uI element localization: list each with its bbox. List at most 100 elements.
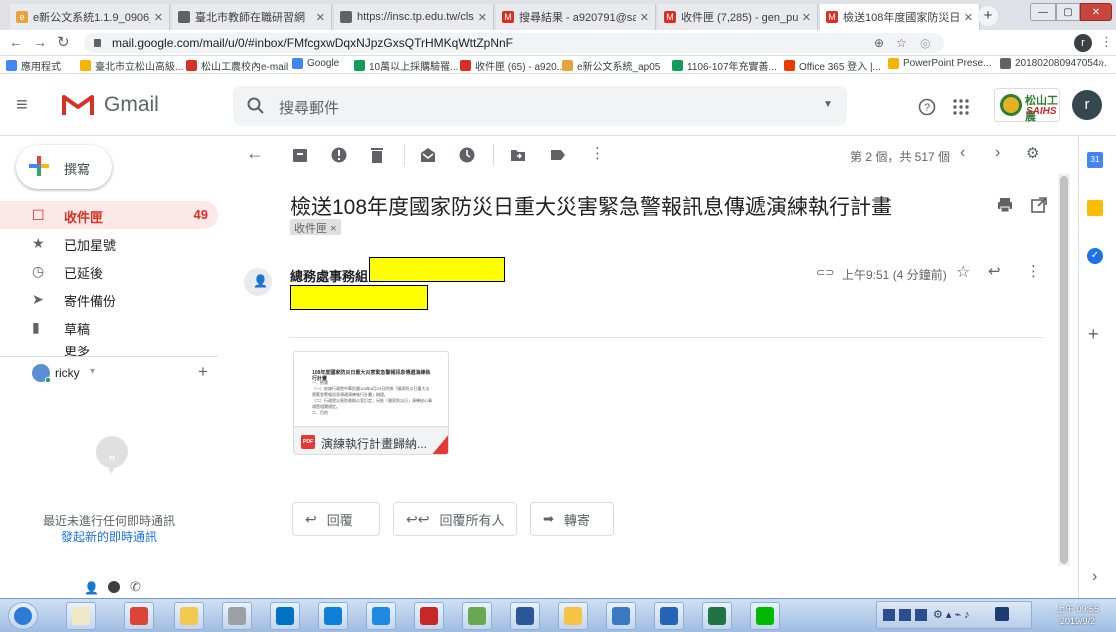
older-chevron-icon[interactable]: ›: [995, 144, 1000, 162]
account-avatar[interactable]: r: [1072, 90, 1102, 120]
newer-chevron-icon[interactable]: ‹: [960, 144, 965, 162]
school-logo[interactable]: 松山工農 SAIHS: [994, 88, 1060, 123]
gmail-logo-icon[interactable]: [62, 93, 94, 117]
hangouts-user[interactable]: ricky: [55, 366, 80, 380]
more-message-icon[interactable]: ⋮: [1026, 262, 1041, 280]
attachment-card[interactable]: 108年度國家防災日重大災害緊急警報訊息傳遞演練執行計畫 一、依據 （一）依據行政…: [293, 351, 449, 455]
clock-time[interactable]: 上午 09:55: [1056, 602, 1099, 615]
new-tab-button[interactable]: +: [978, 6, 998, 26]
close-tab-icon[interactable]: ✕: [964, 11, 973, 24]
search-box[interactable]: 搜尋郵件 ▼: [233, 86, 847, 126]
print-icon[interactable]: [996, 196, 1014, 214]
main-menu-icon[interactable]: ≡: [16, 94, 28, 117]
contacts-icon[interactable]: 👤: [84, 581, 99, 595]
nav-item[interactable]: ☐ 收件匣 49: [0, 201, 218, 229]
more-bookmarks-icon[interactable]: »: [1098, 57, 1104, 69]
search-options-icon[interactable]: ▼: [823, 99, 833, 110]
remove-label-icon[interactable]: ×: [330, 223, 336, 235]
label-icon[interactable]: [549, 146, 567, 164]
new-chat-plus-icon[interactable]: +: [198, 362, 208, 382]
close-tab-icon[interactable]: ✕: [478, 11, 487, 24]
scrollbar-thumb[interactable]: [1060, 176, 1068, 564]
browser-tab[interactable]: https://insc.tp.edu.tw/cls/Cls/ ✕: [334, 4, 494, 30]
ime-icon[interactable]: [883, 609, 895, 621]
settings-gear-icon[interactable]: ⚙: [1026, 144, 1039, 162]
zoom-icon[interactable]: ⊕: [874, 33, 884, 53]
minimize-button[interactable]: —: [1030, 3, 1056, 21]
show-side-panel-icon[interactable]: ›: [1092, 568, 1097, 586]
remote-desktop-icon[interactable]: [606, 602, 636, 630]
mark-unread-icon[interactable]: [419, 146, 437, 164]
word-icon[interactable]: [510, 602, 540, 630]
archive-icon[interactable]: [291, 146, 309, 164]
close-tab-icon[interactable]: ✕: [640, 11, 649, 24]
message-scrollbar[interactable]: [1058, 174, 1070, 566]
bookmark-item[interactable]: PowerPoint Prese...: [888, 58, 991, 69]
bookmark-item[interactable]: Office 365 登入 |...: [784, 58, 881, 73]
nav-item[interactable]: ★ 已加星號: [0, 229, 218, 257]
apps-grid-icon[interactable]: [952, 98, 970, 116]
help-icon[interactable]: ?: [918, 98, 936, 116]
phone-icon[interactable]: ✆: [130, 579, 141, 595]
status-dropdown-icon[interactable]: ▾: [90, 366, 95, 377]
bookmark-item[interactable]: 201802080947054...: [1000, 58, 1107, 69]
internet-explorer-icon[interactable]: [366, 602, 396, 630]
bookmark-item[interactable]: 臺北市立松山高級...: [80, 58, 183, 73]
line-icon[interactable]: [750, 602, 780, 630]
url-field[interactable]: mail.google.com/mail/u/0/#inbox/FMfcgxwD…: [84, 33, 944, 53]
close-tab-icon[interactable]: ✕: [802, 11, 811, 24]
report-spam-icon[interactable]: [330, 146, 348, 164]
back-arrow-icon[interactable]: ←: [9, 34, 23, 50]
close-window-button[interactable]: ✕: [1080, 3, 1112, 21]
star-message-icon[interactable]: ☆: [956, 262, 970, 282]
forward-button[interactable]: ➡ 轉寄: [530, 502, 614, 536]
open-new-window-icon[interactable]: [1030, 196, 1048, 214]
ime-icon[interactable]: [899, 609, 911, 621]
nav-item[interactable]: ➤ 寄件備份: [0, 285, 218, 313]
nav-item[interactable]: ▮ 草稿: [0, 313, 218, 341]
snipping-tool-icon[interactable]: [462, 602, 492, 630]
close-tab-icon[interactable]: ✕: [154, 11, 163, 24]
extension-icon[interactable]: ◎: [920, 33, 930, 53]
browser-menu-icon[interactable]: ⋮: [1100, 34, 1113, 50]
tray-icons[interactable]: ⚙ ▴ ⌁ ♪: [933, 608, 970, 621]
ime-icon[interactable]: [915, 609, 927, 621]
bookmark-item[interactable]: 1106-107年充實善...: [672, 58, 777, 73]
bookmark-item[interactable]: 收件匣 (65) - a920...: [460, 58, 565, 73]
start-chat-link[interactable]: 發起新的即時通訊: [0, 528, 218, 545]
paint-icon[interactable]: [558, 602, 588, 630]
more-actions-icon[interactable]: ⋮: [590, 144, 605, 162]
teamviewer-icon[interactable]: [318, 602, 348, 630]
bookmark-item[interactable]: e新公文系統_ap05: [562, 58, 660, 73]
nav-item[interactable]: ◷ 已延後: [0, 257, 218, 285]
tasks-icon[interactable]: ✓: [1087, 248, 1103, 264]
move-to-icon[interactable]: [509, 146, 527, 164]
close-tab-icon[interactable]: ✕: [316, 11, 325, 24]
bookmark-item[interactable]: Google: [292, 58, 339, 69]
bookmark-item[interactable]: 10萬以上採購驗罹...: [354, 58, 458, 73]
browser-tab[interactable]: e e新公文系統1.1.9_0906_ap04 ✕: [10, 4, 170, 30]
start-orb-icon[interactable]: [8, 602, 38, 630]
snooze-icon[interactable]: [458, 146, 476, 164]
reply-button[interactable]: ↩ 回覆: [292, 502, 380, 536]
browser-tab[interactable]: M 收件匣 (7,285) - gen_pur@saih ✕: [658, 4, 818, 30]
bookmark-item[interactable]: 松山工農校內e-mail: [186, 58, 288, 73]
help-icon[interactable]: [654, 602, 684, 630]
bookmark-item[interactable]: 應用程式: [6, 58, 61, 73]
forward-arrow-icon[interactable]: →: [33, 34, 47, 50]
avira-icon[interactable]: [414, 602, 444, 630]
excel-icon[interactable]: [702, 602, 732, 630]
back-to-inbox-icon[interactable]: ←: [246, 143, 264, 164]
compose-button[interactable]: 撰寫: [16, 145, 112, 189]
reload-icon[interactable]: ↻: [57, 33, 70, 51]
nav-more-partial[interactable]: 更多: [0, 346, 218, 356]
keep-icon[interactable]: [1087, 200, 1103, 216]
outlook-icon[interactable]: [270, 602, 300, 630]
imx-icon[interactable]: [222, 602, 252, 630]
reply-arrow-icon[interactable]: ↩: [988, 262, 1001, 280]
bookmark-star-icon[interactable]: ☆: [896, 33, 907, 53]
add-ons-plus-icon[interactable]: +: [1088, 324, 1099, 345]
browser-tab[interactable]: 臺北市教師在職研習網 ✕: [172, 4, 332, 30]
hangouts-chat-icon[interactable]: [108, 581, 120, 593]
calendar-icon[interactable]: 31: [1087, 152, 1103, 168]
